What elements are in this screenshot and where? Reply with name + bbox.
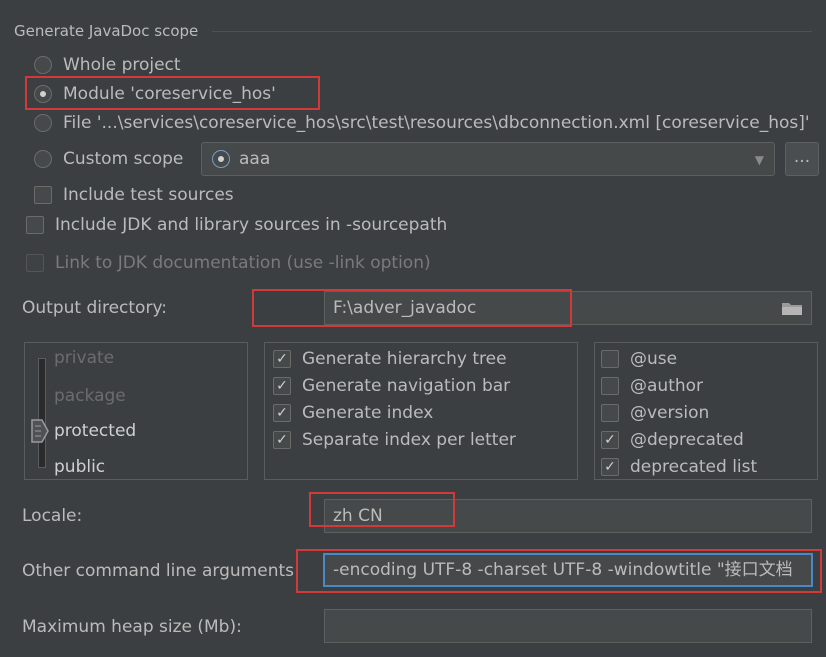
generate-hierarchy-tree[interactable]: ✓ Generate hierarchy tree <box>273 346 507 372</box>
radio-file[interactable]: File '...\services\coreservice_hos\src\t… <box>34 110 810 136</box>
radio-custom-scope-label: Custom scope <box>63 149 184 169</box>
separate-index-per-letter[interactable]: ✓ Separate index per letter <box>273 427 516 453</box>
tag-deprecated-list-label: deprecated list <box>630 457 758 477</box>
generate-navigation-bar[interactable]: ✓ Generate navigation bar <box>273 373 510 399</box>
section-divider <box>212 31 812 32</box>
tag-author-label: @author <box>630 376 704 396</box>
access-level-public[interactable]: public <box>54 457 105 477</box>
include-jdk-sources[interactable]: Include JDK and library sources in -sour… <box>26 212 447 238</box>
radio-whole-project-label: Whole project <box>63 55 181 75</box>
browse-scope-button[interactable]: ... <box>785 142 819 176</box>
chevron-down-icon[interactable]: ▼ <box>755 153 764 167</box>
tag-author[interactable]: @author <box>601 373 703 399</box>
slider-thumb-icon[interactable] <box>30 418 50 444</box>
tag-use-label: @use <box>630 349 678 369</box>
generate-index[interactable]: ✓ Generate index <box>273 400 433 426</box>
radio-whole-project[interactable]: Whole project <box>34 52 181 78</box>
radio-file-label: File '...\services\coreservice_hos\src\t… <box>63 113 810 133</box>
access-level-private[interactable]: private <box>54 348 114 368</box>
generate-index-label: Generate index <box>302 403 434 423</box>
radio-icon[interactable] <box>34 114 52 132</box>
custom-scope-dropdown[interactable]: aaa ▼ <box>201 142 775 176</box>
access-level-package[interactable]: package <box>54 386 126 406</box>
access-level-protected[interactable]: protected <box>54 421 136 441</box>
separate-index-per-letter-label: Separate index per letter <box>302 430 516 450</box>
tag-deprecated-list[interactable]: ✓ deprecated list <box>601 454 757 480</box>
scope-section-title: Generate JavaDoc scope <box>14 22 199 40</box>
checkmark-icon[interactable]: ✓ <box>273 377 291 395</box>
radio-icon[interactable] <box>34 56 52 74</box>
radio-custom-scope[interactable]: Custom scope <box>34 146 183 172</box>
visibility-slider-track[interactable] <box>38 358 46 468</box>
tag-version[interactable]: @version <box>601 400 709 426</box>
checkbox-icon <box>26 254 44 272</box>
highlight-locale <box>309 492 455 527</box>
checkmark-icon[interactable]: ✓ <box>601 458 619 476</box>
max-heap-field[interactable] <box>324 609 812 643</box>
tag-version-label: @version <box>630 403 710 423</box>
include-test-sources[interactable]: Include test sources <box>34 182 234 208</box>
highlight-module <box>25 76 320 110</box>
tag-deprecated[interactable]: ✓ @deprecated <box>601 427 744 453</box>
custom-scope-value: aaa <box>239 149 271 169</box>
include-jdk-sources-label: Include JDK and library sources in -sour… <box>55 215 448 235</box>
generate-hierarchy-tree-label: Generate hierarchy tree <box>302 349 507 369</box>
checkmark-icon[interactable]: ✓ <box>273 350 291 368</box>
checkmark-icon[interactable]: ✓ <box>273 404 291 422</box>
highlight-output <box>252 289 572 327</box>
folder-icon[interactable] <box>781 300 803 316</box>
generate-navigation-bar-label: Generate navigation bar <box>302 376 511 396</box>
checkbox-icon[interactable] <box>601 350 619 368</box>
checkmark-icon[interactable]: ✓ <box>273 431 291 449</box>
checkbox-icon[interactable] <box>601 377 619 395</box>
output-directory-label: Output directory: <box>22 298 167 318</box>
tag-deprecated-label: @deprecated <box>630 430 744 450</box>
include-test-sources-label: Include test sources <box>63 185 234 205</box>
tag-use[interactable]: @use <box>601 346 677 372</box>
checkmark-icon[interactable]: ✓ <box>601 431 619 449</box>
checkbox-icon[interactable] <box>601 404 619 422</box>
max-heap-label: Maximum heap size (Mb): <box>22 617 242 637</box>
checkbox-icon[interactable] <box>34 186 52 204</box>
scope-type-icon <box>212 150 230 168</box>
link-jdk-docs-label: Link to JDK documentation (use -link opt… <box>55 253 431 273</box>
checkbox-icon[interactable] <box>26 216 44 234</box>
other-args-label: Other command line arguments: <box>22 561 300 581</box>
radio-icon[interactable] <box>34 150 52 168</box>
highlight-other-args <box>296 549 822 593</box>
link-jdk-docs: Link to JDK documentation (use -link opt… <box>26 250 431 276</box>
locale-label: Locale: <box>22 506 83 526</box>
